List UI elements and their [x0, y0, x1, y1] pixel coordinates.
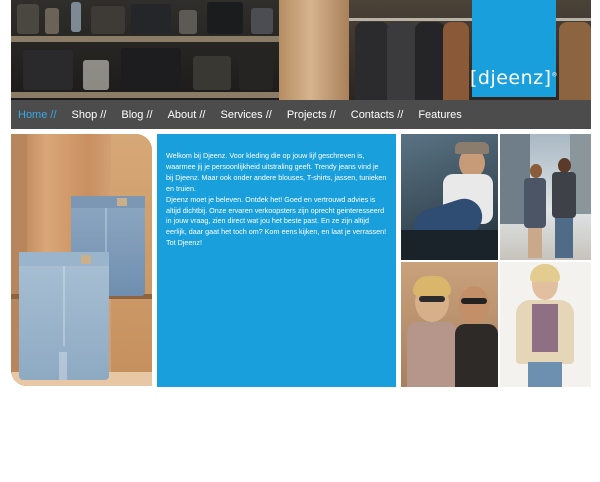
site-wrapper: [djeenz]® Home // Shop // Blog // About … — [11, 0, 591, 387]
nav-item-features[interactable]: Features — [418, 109, 461, 121]
photo-man-in-car — [401, 134, 498, 260]
nav-item-services[interactable]: Services // — [220, 109, 271, 121]
photo-couple-sunglasses — [401, 262, 498, 387]
photo-woman-blazer — [500, 262, 591, 387]
nav-item-projects[interactable]: Projects // — [287, 109, 336, 121]
brand-logo[interactable]: [djeenz]® — [469, 0, 559, 97]
store-shelves-image — [11, 0, 281, 100]
photo-couple-street — [500, 134, 591, 260]
fashion-photo-collage — [401, 134, 591, 387]
jeans-display-photo — [11, 134, 152, 386]
second-paragraph: Djeenz moet je beleven. Ontdek het! Goed… — [166, 194, 387, 248]
jeans-lower — [19, 252, 109, 380]
nav-item-shop[interactable]: Shop // — [72, 109, 107, 121]
header-banner: [djeenz]® — [11, 0, 591, 100]
nav-item-home[interactable]: Home // — [18, 109, 57, 121]
wooden-pillar — [279, 0, 349, 100]
nav-item-blog[interactable]: Blog // — [121, 109, 152, 121]
logo-text: [djeenz]® — [469, 67, 559, 89]
welcome-text-box: Welkom bij Djeenz. Voor kleding die op j… — [157, 134, 396, 387]
nav-item-about[interactable]: About // — [168, 109, 206, 121]
nav-item-contacts[interactable]: Contacts // — [351, 109, 404, 121]
main-nav: Home // Shop // Blog // About // Service… — [11, 100, 591, 129]
main-content: Welkom bij Djeenz. Voor kleding die op j… — [11, 134, 591, 387]
intro-paragraph: Welkom bij Djeenz. Voor kleding die op j… — [166, 151, 387, 193]
